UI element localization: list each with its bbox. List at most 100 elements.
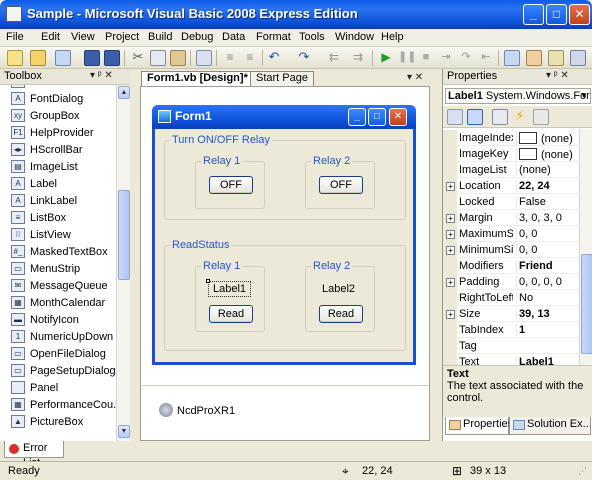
menu-tools[interactable]: Tools bbox=[299, 31, 325, 43]
object-browser-icon[interactable] bbox=[548, 50, 564, 66]
toolbox-item[interactable]: ▭ PageSetupDialog bbox=[0, 362, 116, 380]
tab-properties[interactable]: Properties bbox=[445, 417, 513, 435]
toolbox-item[interactable]: ⁝⁝ ListView bbox=[0, 226, 116, 244]
design-surface[interactable]: Form1 _ □ ✕ Turn ON/OFF Relay Relay 1 OF… bbox=[140, 86, 430, 441]
group-read-status[interactable]: ReadStatus Relay 1 Label1 Read Relay 2 L… bbox=[164, 239, 406, 351]
paste-icon[interactable] bbox=[170, 50, 186, 66]
solution-explorer-icon[interactable] bbox=[504, 50, 520, 66]
navigate-forward-icon[interactable]: ⇉ bbox=[350, 50, 366, 66]
property-value[interactable]: (none) bbox=[516, 132, 579, 145]
step-into-icon[interactable]: ⇥ bbox=[438, 50, 454, 66]
toolbox-item[interactable]: ▭ MenuStrip bbox=[0, 260, 116, 278]
property-grid-icon[interactable] bbox=[533, 109, 549, 125]
toolbox-item[interactable]: xy GroupBox bbox=[0, 107, 116, 125]
properties-scroll-thumb[interactable] bbox=[581, 254, 592, 354]
copy-icon[interactable] bbox=[150, 50, 166, 66]
property-row[interactable]: + Size 39, 13 bbox=[443, 306, 579, 322]
toolbox-item[interactable]: ✉ MessageQueue bbox=[0, 277, 116, 295]
comment-icon[interactable]: ≡ bbox=[222, 50, 238, 66]
toolbox-item[interactable]: ▬ NotifyIcon bbox=[0, 311, 116, 329]
error-list-tab[interactable]: Error List bbox=[4, 441, 64, 469]
scroll-thumb[interactable] bbox=[118, 190, 130, 280]
events-icon[interactable]: ⚡ bbox=[512, 109, 528, 125]
toolbox-scrollbar[interactable]: ▲ ▼ bbox=[116, 85, 130, 441]
relay2-read-button[interactable]: Read bbox=[319, 305, 363, 323]
property-value[interactable]: 0, 0 bbox=[516, 244, 579, 256]
component-ncdproxr1[interactable]: NcdProXR1 bbox=[177, 405, 235, 417]
toolbox-item[interactable]: #_ MaskedTextBox bbox=[0, 243, 116, 261]
redo-icon[interactable]: ↷ bbox=[296, 50, 312, 66]
tab-solution-explorer[interactable]: Solution Ex... bbox=[509, 417, 591, 435]
toolbox-item[interactable]: ▦ PerformanceCou... bbox=[0, 396, 116, 414]
toolbox-item[interactable]: ◂▸ HScrollBar bbox=[0, 141, 116, 159]
uncomment-icon[interactable]: ≡ bbox=[242, 50, 258, 66]
menu-data[interactable]: Data bbox=[222, 31, 245, 43]
property-row[interactable]: ImageIndex (none) bbox=[443, 130, 579, 146]
toolbox-icon[interactable] bbox=[570, 50, 586, 66]
undo-icon[interactable]: ↶ bbox=[266, 50, 282, 66]
form1-window[interactable]: Form1 _ □ ✕ Turn ON/OFF Relay Relay 1 OF… bbox=[152, 105, 416, 365]
expand-icon[interactable]: + bbox=[446, 246, 455, 255]
menu-build[interactable]: Build bbox=[148, 31, 172, 43]
property-value[interactable]: No bbox=[516, 292, 579, 304]
property-row[interactable]: + MaximumSize 0, 0 bbox=[443, 226, 579, 242]
expand-icon[interactable]: + bbox=[446, 230, 455, 239]
new-project-icon[interactable] bbox=[7, 50, 23, 66]
menu-format[interactable]: Format bbox=[256, 31, 291, 43]
tab-start-page[interactable]: Start Page bbox=[250, 71, 314, 86]
save-icon[interactable] bbox=[84, 50, 100, 66]
property-row[interactable]: + Margin 3, 0, 3, 0 bbox=[443, 210, 579, 226]
menu-file[interactable]: File bbox=[6, 31, 24, 43]
property-value[interactable]: (none) bbox=[516, 164, 579, 176]
add-item-icon[interactable] bbox=[55, 50, 71, 66]
toolbox-item[interactable]: A FontDialog bbox=[0, 90, 116, 108]
group-relay2-control[interactable]: Relay 2 OFF bbox=[305, 155, 375, 209]
navigate-back-icon[interactable]: ⇇ bbox=[326, 50, 342, 66]
property-row[interactable]: Text Label1 bbox=[443, 354, 579, 365]
object-selector[interactable]: Label1 System.Windows.Forr ▼ bbox=[445, 88, 591, 104]
group-relay1-status[interactable]: Relay 1 Label1 Read bbox=[195, 260, 265, 332]
property-value[interactable]: 1 bbox=[516, 324, 579, 336]
save-all-icon[interactable] bbox=[104, 50, 120, 66]
stop-icon[interactable]: ■ bbox=[418, 50, 434, 66]
open-icon[interactable] bbox=[30, 50, 46, 66]
property-value[interactable]: 39, 13 bbox=[516, 308, 579, 320]
properties-pin-controls[interactable]: ▾ ᵖ ✕ bbox=[546, 70, 569, 81]
menu-window[interactable]: Window bbox=[335, 31, 374, 43]
expand-icon[interactable]: + bbox=[446, 182, 455, 191]
step-out-icon[interactable]: ⇤ bbox=[478, 50, 494, 66]
toolbox-item[interactable]: F1 HelpProvider bbox=[0, 124, 116, 142]
label2[interactable]: Label2 bbox=[322, 283, 355, 295]
toolbox-item[interactable]: ▦ MonthCalendar bbox=[0, 294, 116, 312]
property-row[interactable]: ImageList (none) bbox=[443, 162, 579, 178]
relay1-read-button[interactable]: Read bbox=[209, 305, 253, 323]
find-icon[interactable] bbox=[196, 50, 212, 66]
menu-view[interactable]: View bbox=[71, 31, 95, 43]
maximize-button[interactable]: □ bbox=[546, 4, 567, 25]
start-debugging-icon[interactable]: ▶ bbox=[378, 50, 394, 66]
selection-handle[interactable] bbox=[206, 279, 210, 283]
properties-window-icon[interactable] bbox=[526, 50, 542, 66]
scroll-down-icon[interactable]: ▼ bbox=[118, 425, 130, 438]
property-value[interactable]: Friend bbox=[516, 260, 579, 272]
scroll-up-icon[interactable]: ▲ bbox=[118, 86, 130, 99]
group-turn-on-off-relay[interactable]: Turn ON/OFF Relay Relay 1 OFF Relay 2 OF… bbox=[164, 134, 406, 220]
cut-icon[interactable]: ✂ bbox=[130, 50, 146, 66]
property-row[interactable]: + Padding 0, 0, 0, 0 bbox=[443, 274, 579, 290]
property-value[interactable]: 3, 0, 3, 0 bbox=[516, 212, 579, 224]
group-relay1-control[interactable]: Relay 1 OFF bbox=[195, 155, 265, 209]
window-titlebar[interactable]: Sample - Microsoft Visual Basic 2008 Exp… bbox=[0, 0, 592, 29]
property-row[interactable]: Locked False bbox=[443, 194, 579, 210]
document-tab-controls[interactable]: ▾ ✕ bbox=[407, 72, 423, 83]
property-value[interactable]: 0, 0 bbox=[516, 228, 579, 240]
toolbox-item[interactable]: 1 NumericUpDown bbox=[0, 328, 116, 346]
property-value[interactable]: 22, 24 bbox=[516, 180, 579, 192]
label1[interactable]: Label1 bbox=[208, 281, 252, 297]
alphabetical-icon[interactable] bbox=[467, 109, 483, 125]
toolbox-item[interactable]: ▤ ImageList bbox=[0, 158, 116, 176]
menu-project[interactable]: Project bbox=[105, 31, 139, 43]
property-pages-icon[interactable] bbox=[492, 109, 508, 125]
minimize-button[interactable]: _ bbox=[523, 4, 544, 25]
menu-debug[interactable]: Debug bbox=[181, 31, 213, 43]
expand-icon[interactable]: + bbox=[446, 214, 455, 223]
